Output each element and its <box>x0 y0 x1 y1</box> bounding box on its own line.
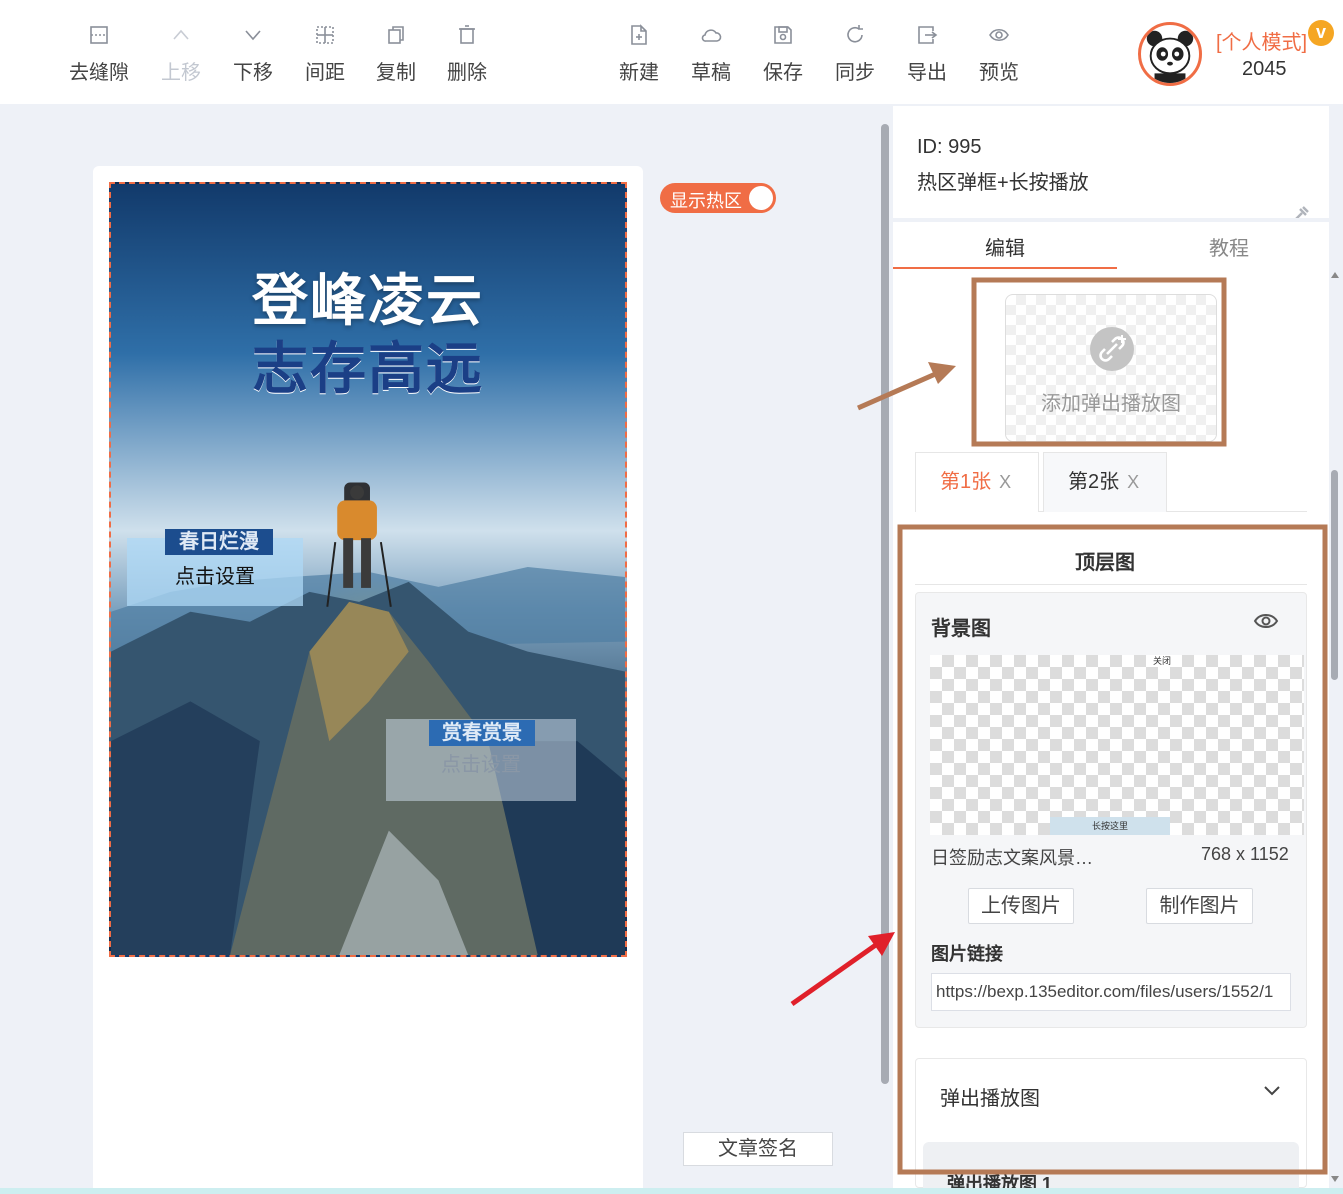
preview-button[interactable]: 预览 <box>963 24 1035 88</box>
bottom-status-bar <box>0 1188 1343 1194</box>
poster-image[interactable]: 登峰凌云 志存高远 春日烂漫 点击设置 赏春赏景 点击设置 <box>109 182 627 957</box>
hotzone-2-title: 赏春赏景 <box>429 720 535 746</box>
toolbar: 去缝隙 上移 下移 间距 复制 删除 新建 草稿 保存 同步 导出 预览 [个人… <box>0 0 1343 104</box>
vip-badge: v <box>1308 20 1334 46</box>
remove-gap-icon <box>63 24 135 50</box>
save-icon <box>747 24 819 50</box>
show-hotzone-toggle[interactable]: 显示热区 <box>660 183 776 213</box>
add-popup-label: 添加弹出播放图 <box>1041 393 1181 415</box>
move-up-button[interactable]: 上移 <box>145 24 217 88</box>
copy-button[interactable]: 复制 <box>360 24 432 88</box>
tab-image-2[interactable]: 第2张 X <box>1043 452 1167 512</box>
panel-scrollbar[interactable] <box>1329 270 1341 1185</box>
preview-close-tag: 关闭 <box>1147 655 1177 667</box>
article-signature-button[interactable]: 文章签名 <box>683 1132 833 1166</box>
save-button[interactable]: 保存 <box>747 24 819 88</box>
delete-button[interactable]: 删除 <box>431 24 503 88</box>
make-image-button[interactable]: 制作图片 <box>1146 888 1253 924</box>
background-preview <box>930 655 1304 835</box>
annotation-arrow-red <box>790 939 882 1007</box>
close-icon[interactable]: X <box>1127 472 1139 492</box>
background-title: 背景图 <box>931 618 991 640</box>
sync-button[interactable]: 同步 <box>819 24 891 88</box>
upload-image-button[interactable]: 上传图片 <box>968 888 1074 924</box>
spacing-icon <box>289 24 361 50</box>
chevron-up-icon <box>145 24 217 50</box>
eye-icon[interactable] <box>1253 611 1279 631</box>
background-file-name: 日签励志文案风景… <box>931 848 1093 868</box>
layer-divider <box>915 584 1307 585</box>
draft-button[interactable]: 草稿 <box>675 24 747 88</box>
preview-press-tag: 长按这里 <box>1050 817 1170 835</box>
tab-tutorial[interactable]: 教程 <box>1209 232 1249 261</box>
export-button[interactable]: 导出 <box>891 24 963 88</box>
layer-title: 顶层图 <box>1075 552 1135 574</box>
chevron-down-icon[interactable] <box>1263 1084 1281 1098</box>
copy-icon <box>360 24 432 50</box>
background-size: 768 x 1152 <box>1201 844 1289 864</box>
toggle-label: 显示热区 <box>670 191 742 211</box>
panel-divider <box>893 218 1329 222</box>
scroll-down-arrow[interactable] <box>1331 1176 1339 1182</box>
image-link-label: 图片链接 <box>931 944 1003 964</box>
panel-scrollbar-thumb[interactable] <box>1331 470 1338 680</box>
move-down-button[interactable]: 下移 <box>217 24 289 88</box>
tab-edit[interactable]: 编辑 <box>985 232 1025 261</box>
image-tabs: 第1张 X 第2张 X <box>915 452 1307 512</box>
spacing-button[interactable]: 间距 <box>289 24 361 88</box>
eye-icon <box>963 24 1035 50</box>
scroll-up-arrow[interactable] <box>1331 272 1339 278</box>
avatar[interactable] <box>1138 22 1202 86</box>
new-file-icon <box>603 24 675 50</box>
sync-icon <box>819 24 891 50</box>
tab-image-2-label: 第2张 <box>1068 471 1120 493</box>
remove-gap-button[interactable]: 去缝隙 <box>63 24 135 88</box>
cloud-icon <box>675 24 747 50</box>
personal-mode-label[interactable]: [个人模式] <box>1216 26 1307 55</box>
hotzone-1-title: 春日烂漫 <box>165 529 273 555</box>
add-popup-image-button[interactable]: 添加弹出播放图 <box>1005 294 1217 442</box>
tab-image-1[interactable]: 第1张 X <box>915 452 1039 512</box>
settings-panel: ID: 995 热区弹框+长按播放 编辑 教程 添加弹出播放图 第1张 X 第2张… <box>893 106 1329 1194</box>
chevron-down-icon <box>217 24 289 50</box>
new-button[interactable]: 新建 <box>603 24 675 88</box>
active-tab-indicator <box>893 267 1117 269</box>
toggle-knob <box>749 186 773 210</box>
trash-icon <box>431 24 503 50</box>
panda-icon <box>1146 30 1194 83</box>
canvas-scrollbar[interactable] <box>880 110 890 1185</box>
template-name: 热区弹框+长按播放 <box>917 172 1089 194</box>
close-icon[interactable]: X <box>999 472 1011 492</box>
user-id: 2045 <box>1242 58 1287 80</box>
hotzone-1-action[interactable]: 点击设置 <box>127 560 303 589</box>
canvas-scrollbar-thumb[interactable] <box>881 124 889 1084</box>
popup-section-title: 弹出播放图 <box>940 1088 1040 1110</box>
poster-title-line2: 志存高远 <box>252 336 484 402</box>
add-link-icon <box>1090 327 1134 371</box>
hotzone-2-action[interactable]: 点击设置 <box>386 748 576 777</box>
image-link-input[interactable]: https://bexp.135editor.com/files/users/1… <box>931 973 1291 1011</box>
tab-image-1-label: 第1张 <box>940 471 992 493</box>
export-icon <box>891 24 963 50</box>
template-id: ID: 995 <box>917 136 982 158</box>
